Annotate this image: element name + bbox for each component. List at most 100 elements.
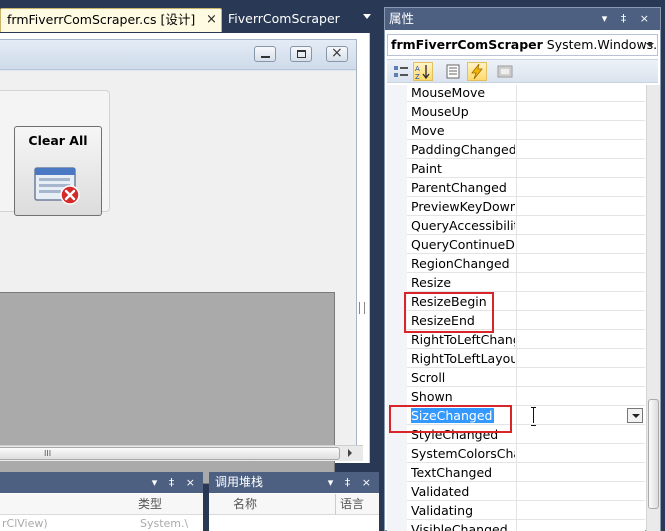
- properties-vertical-scrollbar[interactable]: [646, 85, 660, 531]
- event-name[interactable]: TextChanged: [411, 464, 515, 481]
- close-icon[interactable]: ×: [206, 9, 217, 31]
- designer-horizontal-scrollbar[interactable]: III: [0, 445, 363, 461]
- event-handler-value[interactable]: [516, 292, 645, 311]
- resize-grip-icon[interactable]: [359, 302, 365, 314]
- event-handler-value[interactable]: [516, 444, 645, 463]
- scrollbar-grip-icon: III: [44, 449, 52, 458]
- event-name-label: VisibleChanged: [411, 522, 508, 531]
- event-handler-value[interactable]: [516, 197, 645, 216]
- scrollbar-thumb[interactable]: [648, 399, 659, 509]
- event-row[interactable]: QueryAccessibilityHelp: [387, 216, 645, 235]
- row-gutter: [387, 387, 407, 406]
- event-name[interactable]: MouseMove: [411, 85, 515, 101]
- event-row[interactable]: RegionChanged: [387, 254, 645, 273]
- event-handler-value[interactable]: [516, 102, 645, 121]
- event-handler-value[interactable]: [516, 121, 645, 140]
- event-handler-value[interactable]: [516, 311, 645, 330]
- event-row[interactable]: SystemColorsChanged: [387, 444, 645, 463]
- event-row[interactable]: ParentChanged: [387, 178, 645, 197]
- event-name[interactable]: PaddingChanged: [411, 141, 515, 158]
- event-name[interactable]: RegionChanged: [411, 255, 515, 272]
- call-stack-controls[interactable]: ▾ ‡ ×: [328, 472, 375, 493]
- event-name[interactable]: Shown: [411, 388, 515, 405]
- properties-window-controls[interactable]: ▾ ‡ ×: [602, 8, 654, 30]
- form-minimize-button[interactable]: [254, 46, 276, 62]
- event-row[interactable]: PaddingChanged: [387, 140, 645, 159]
- row-gutter: [387, 482, 407, 501]
- event-name[interactable]: Validated: [411, 483, 515, 500]
- tab-form-designer[interactable]: frmFiverrComScraper.cs [设计] ×: [0, 8, 222, 32]
- event-name[interactable]: QueryContinueDrag: [411, 236, 515, 253]
- event-row[interactable]: Scroll: [387, 368, 645, 387]
- event-name-label: QueryContinueDrag: [411, 237, 515, 252]
- event-row[interactable]: Validated: [387, 482, 645, 501]
- event-row[interactable]: Shown: [387, 387, 645, 406]
- events-view-button[interactable]: [467, 62, 487, 81]
- event-name[interactable]: Move: [411, 122, 515, 139]
- event-handler-value[interactable]: [516, 368, 645, 387]
- event-handler-value[interactable]: [516, 140, 645, 159]
- event-handler-value[interactable]: [516, 501, 645, 520]
- call-stack-title-bar: 调用堆栈 ▾ ‡ ×: [209, 472, 379, 493]
- event-name[interactable]: SystemColorsChanged: [411, 445, 515, 462]
- scroll-right-arrow-icon[interactable]: [348, 449, 352, 457]
- event-row[interactable]: Move: [387, 121, 645, 140]
- event-name[interactable]: Scroll: [411, 369, 515, 386]
- event-name[interactable]: Paint: [411, 160, 515, 177]
- event-handler-value[interactable]: [516, 159, 645, 178]
- object-selector-dropdown[interactable]: frmFiverrComScraperSystem.Windows.Forms.…: [387, 34, 658, 56]
- event-handler-value[interactable]: [516, 235, 645, 254]
- event-handler-value[interactable]: [516, 425, 645, 444]
- event-handler-value[interactable]: [516, 520, 645, 531]
- event-name[interactable]: MouseUp: [411, 103, 515, 120]
- event-name[interactable]: Validating: [411, 502, 515, 519]
- clear-all-button[interactable]: Clear All: [14, 126, 102, 216]
- event-row[interactable]: TextChanged: [387, 463, 645, 482]
- event-row[interactable]: PreviewKeyDown: [387, 197, 645, 216]
- event-row[interactable]: RightToLeftLayoutChanged: [387, 349, 645, 368]
- form-maximize-button[interactable]: [290, 46, 312, 62]
- chevron-down-icon[interactable]: [646, 43, 654, 47]
- name-column-header[interactable]: 名称: [233, 494, 257, 515]
- tab-fiverrcomscraper[interactable]: FiverrComScraper: [222, 8, 352, 32]
- chevron-down-icon[interactable]: [627, 408, 643, 423]
- properties-view-button[interactable]: [443, 62, 463, 81]
- event-name[interactable]: ParentChanged: [411, 179, 515, 196]
- properties-title-bar: 属性 ▾ ‡ ×: [385, 8, 660, 30]
- call-stack-window: 调用堆栈 ▾ ‡ × 名称 语言: [209, 472, 379, 531]
- event-row[interactable]: Validating: [387, 501, 645, 520]
- event-name[interactable]: VisibleChanged: [411, 521, 515, 531]
- categorized-button[interactable]: [391, 62, 411, 81]
- event-name[interactable]: RightToLeftChanged: [411, 331, 515, 348]
- event-handler-value[interactable]: [516, 463, 645, 482]
- type-column-header[interactable]: 类型: [138, 494, 162, 515]
- event-name[interactable]: PreviewKeyDown: [411, 198, 515, 215]
- scrollbar-thumb[interactable]: III: [0, 447, 340, 460]
- event-handler-value[interactable]: [516, 273, 645, 292]
- event-handler-value[interactable]: [516, 178, 645, 197]
- form-close-button[interactable]: ×: [326, 45, 348, 62]
- event-row[interactable]: MouseUp: [387, 102, 645, 121]
- event-handler-value[interactable]: [516, 85, 645, 102]
- property-pages-button[interactable]: [495, 62, 515, 81]
- event-row[interactable]: Paint: [387, 159, 645, 178]
- event-name[interactable]: Resize: [411, 274, 515, 291]
- tool-window-controls[interactable]: ▾ ‡ ×: [152, 472, 199, 493]
- event-name[interactable]: QueryAccessibilityHelp: [411, 217, 515, 234]
- event-handler-value[interactable]: [516, 330, 645, 349]
- event-handler-value[interactable]: [516, 387, 645, 406]
- event-row[interactable]: Resize: [387, 273, 645, 292]
- event-handler-value[interactable]: [516, 406, 645, 426]
- event-handler-value[interactable]: [516, 216, 645, 235]
- form-preview[interactable]: ×: [0, 39, 357, 484]
- event-handler-value[interactable]: [516, 349, 645, 368]
- alphabetical-button[interactable]: A Z: [413, 62, 433, 81]
- event-handler-value[interactable]: [516, 482, 645, 501]
- event-row[interactable]: QueryContinueDrag: [387, 235, 645, 254]
- event-handler-value[interactable]: [516, 254, 645, 273]
- language-column-header[interactable]: 语言: [335, 494, 364, 515]
- event-row[interactable]: VisibleChanged: [387, 520, 645, 531]
- tab-list-chevron-down-icon[interactable]: [363, 14, 371, 19]
- event-row[interactable]: MouseMove: [387, 85, 645, 102]
- event-name[interactable]: RightToLeftLayoutChanged: [411, 350, 515, 367]
